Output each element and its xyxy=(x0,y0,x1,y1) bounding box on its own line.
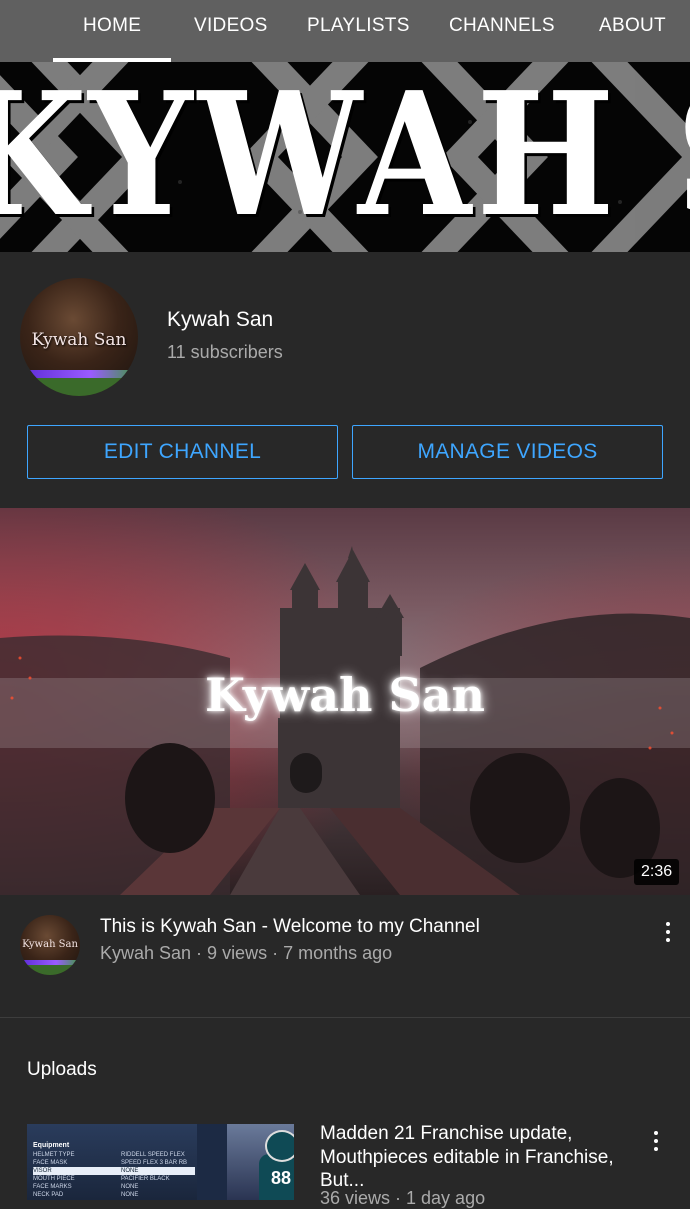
tab-about[interactable]: ABOUT xyxy=(599,0,666,62)
channel-avatar[interactable]: Kywah San xyxy=(20,278,138,396)
edit-channel-button[interactable]: EDIT CHANNEL xyxy=(27,425,338,479)
thumb-row-label: HELMET TYPE xyxy=(33,1152,75,1158)
channel-tab-bar: HOME VIDEOS PLAYLISTS CHANNELS ABOUT xyxy=(0,0,690,62)
upload-title[interactable]: Madden 21 Franchise update, Mouthpieces … xyxy=(320,1122,630,1193)
tab-home[interactable]: HOME xyxy=(52,0,172,62)
thumb-row-value: RIDDELL SPEED FLEX xyxy=(121,1152,185,1158)
tab-channels[interactable]: CHANNELS xyxy=(449,0,555,62)
video-channel-avatar[interactable]: Kywah San xyxy=(20,915,80,975)
thumb-row-value: NONE xyxy=(121,1168,139,1174)
uploads-section-title[interactable]: Uploads xyxy=(27,1059,97,1081)
thumb-row-value: NONE xyxy=(121,1184,139,1190)
small-avatar-label: Kywah San xyxy=(22,939,78,950)
thumb-row-value: SPEED FLEX 3 BAR RB xyxy=(121,1160,188,1166)
upload-meta: 36 views · 1 day ago xyxy=(320,1188,486,1208)
section-divider xyxy=(0,1017,690,1018)
featured-video-meta: Kywah San · 9 views · 7 months ago xyxy=(100,943,393,963)
channel-name: Kywah San xyxy=(167,308,274,331)
upload-thumbnail[interactable]: Equipment HELMET TYPE RIDDELL SPEED FLEX… xyxy=(27,1124,294,1200)
featured-video-title[interactable]: This is Kywah San - Welcome to my Channe… xyxy=(100,916,480,938)
thumb-row-label: MOUTH PIECE xyxy=(33,1176,75,1182)
jersey-number: 88 xyxy=(271,1168,292,1188)
banner-title: KYWAH SAN xyxy=(0,62,690,252)
thumb-row-value: PACIFIER BLACK xyxy=(121,1176,170,1182)
thumb-row-label: FACE MASK xyxy=(33,1160,68,1166)
thumb-equipment-heading: Equipment xyxy=(33,1142,70,1149)
thumb-row-label: FACE MARKS xyxy=(33,1184,72,1190)
subscriber-count: 11 subscribers xyxy=(167,342,283,362)
player-helmet xyxy=(265,1130,294,1162)
channel-banner: KYWAH SAN xyxy=(0,62,690,252)
thumb-row-label: VISOR xyxy=(33,1167,195,1175)
thumb-row-value: NONE xyxy=(121,1192,139,1198)
featured-overlay-title: Kywah San xyxy=(205,668,485,722)
thumb-row-label: NECK PAD xyxy=(33,1192,64,1198)
tab-videos[interactable]: VIDEOS xyxy=(194,0,268,62)
manage-videos-button[interactable]: MANAGE VIDEOS xyxy=(352,425,663,479)
duration-badge: 2:36 xyxy=(634,859,680,885)
more-vert-icon[interactable] xyxy=(658,918,678,946)
tab-playlists[interactable]: PLAYLISTS xyxy=(307,0,410,62)
avatar-label: Kywah San xyxy=(31,330,127,350)
more-vert-icon[interactable] xyxy=(646,1127,666,1155)
